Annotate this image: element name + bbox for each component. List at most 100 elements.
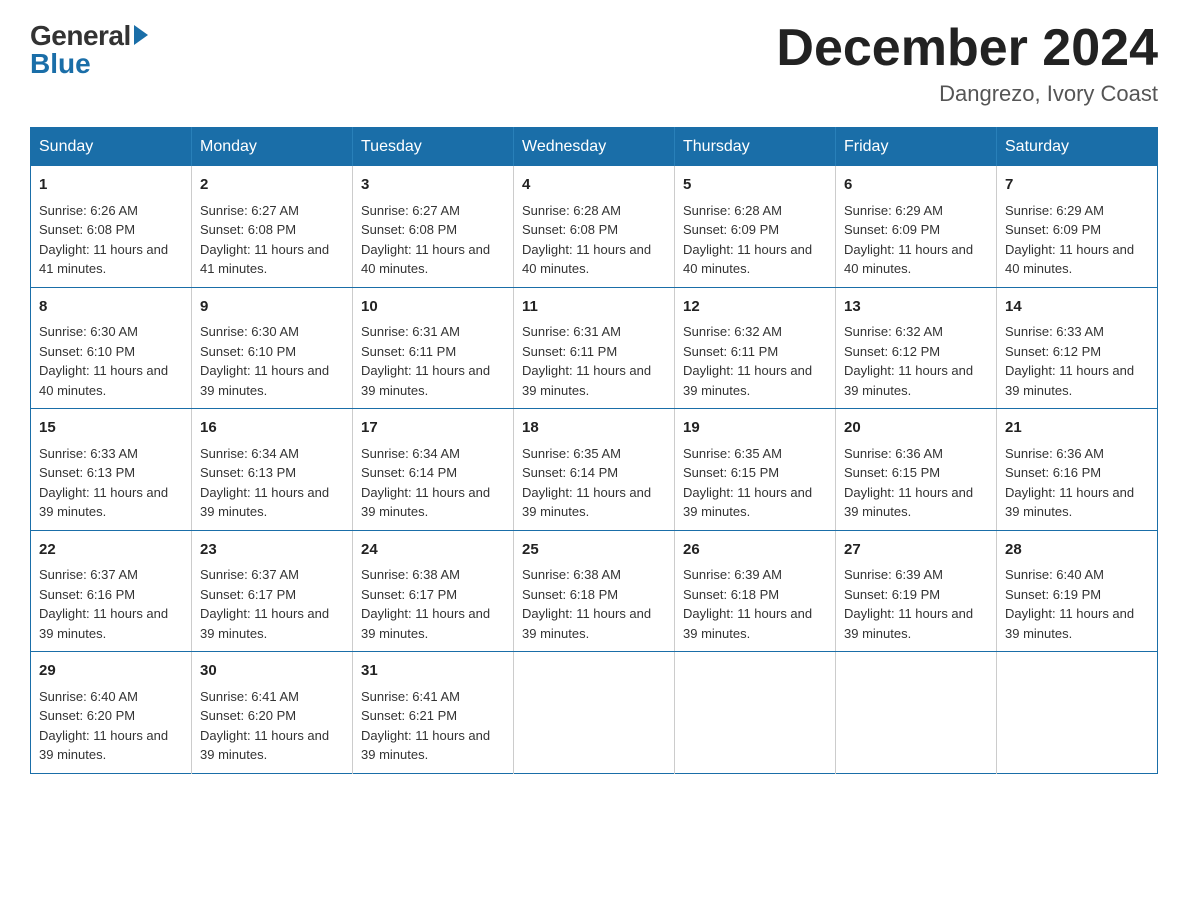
sunrise-text: Sunrise: 6:40 AM <box>39 687 183 707</box>
calendar-cell: 21Sunrise: 6:36 AMSunset: 6:16 PMDayligh… <box>997 409 1158 531</box>
sunrise-text: Sunrise: 6:32 AM <box>683 322 827 342</box>
sunset-text: Sunset: 6:12 PM <box>844 342 988 362</box>
sunrise-text: Sunrise: 6:39 AM <box>844 565 988 585</box>
day-number: 30 <box>200 660 344 683</box>
sunset-text: Sunset: 6:09 PM <box>683 220 827 240</box>
calendar-week-row: 22Sunrise: 6:37 AMSunset: 6:16 PMDayligh… <box>31 530 1158 652</box>
day-number: 24 <box>361 539 505 562</box>
daylight-text: Daylight: 11 hours and 41 minutes. <box>200 240 344 279</box>
daylight-text: Daylight: 11 hours and 40 minutes. <box>683 240 827 279</box>
day-number: 17 <box>361 417 505 440</box>
daylight-text: Daylight: 11 hours and 39 minutes. <box>522 483 666 522</box>
calendar-cell: 20Sunrise: 6:36 AMSunset: 6:15 PMDayligh… <box>836 409 997 531</box>
daylight-text: Daylight: 11 hours and 39 minutes. <box>522 361 666 400</box>
day-of-week-header: Monday <box>192 128 353 167</box>
day-number: 26 <box>683 539 827 562</box>
day-number: 18 <box>522 417 666 440</box>
daylight-text: Daylight: 11 hours and 39 minutes. <box>200 483 344 522</box>
daylight-text: Daylight: 11 hours and 39 minutes. <box>39 726 183 765</box>
sunrise-text: Sunrise: 6:35 AM <box>522 444 666 464</box>
calendar-cell: 5Sunrise: 6:28 AMSunset: 6:09 PMDaylight… <box>675 166 836 287</box>
calendar-cell: 15Sunrise: 6:33 AMSunset: 6:13 PMDayligh… <box>31 409 192 531</box>
day-of-week-header: Wednesday <box>514 128 675 167</box>
sunset-text: Sunset: 6:08 PM <box>522 220 666 240</box>
calendar-cell: 19Sunrise: 6:35 AMSunset: 6:15 PMDayligh… <box>675 409 836 531</box>
calendar-week-row: 8Sunrise: 6:30 AMSunset: 6:10 PMDaylight… <box>31 287 1158 409</box>
sunset-text: Sunset: 6:21 PM <box>361 706 505 726</box>
daylight-text: Daylight: 11 hours and 39 minutes. <box>844 483 988 522</box>
day-number: 1 <box>39 174 183 197</box>
daylight-text: Daylight: 11 hours and 39 minutes. <box>361 361 505 400</box>
daylight-text: Daylight: 11 hours and 39 minutes. <box>39 483 183 522</box>
sunset-text: Sunset: 6:14 PM <box>522 463 666 483</box>
sunrise-text: Sunrise: 6:38 AM <box>361 565 505 585</box>
sunrise-text: Sunrise: 6:33 AM <box>1005 322 1149 342</box>
sunset-text: Sunset: 6:17 PM <box>200 585 344 605</box>
sunset-text: Sunset: 6:16 PM <box>39 585 183 605</box>
sunrise-text: Sunrise: 6:31 AM <box>361 322 505 342</box>
calendar-cell: 11Sunrise: 6:31 AMSunset: 6:11 PMDayligh… <box>514 287 675 409</box>
sunset-text: Sunset: 6:15 PM <box>683 463 827 483</box>
logo: General Blue <box>30 20 148 80</box>
day-of-week-header: Saturday <box>997 128 1158 167</box>
daylight-text: Daylight: 11 hours and 39 minutes. <box>361 726 505 765</box>
sunset-text: Sunset: 6:09 PM <box>844 220 988 240</box>
sunrise-text: Sunrise: 6:28 AM <box>522 201 666 221</box>
calendar-cell: 12Sunrise: 6:32 AMSunset: 6:11 PMDayligh… <box>675 287 836 409</box>
sunrise-text: Sunrise: 6:29 AM <box>844 201 988 221</box>
sunrise-text: Sunrise: 6:33 AM <box>39 444 183 464</box>
calendar-cell: 9Sunrise: 6:30 AMSunset: 6:10 PMDaylight… <box>192 287 353 409</box>
day-number: 3 <box>361 174 505 197</box>
page-header: General Blue December 2024 Dangrezo, Ivo… <box>30 20 1158 107</box>
location-subtitle: Dangrezo, Ivory Coast <box>776 81 1158 107</box>
sunrise-text: Sunrise: 6:40 AM <box>1005 565 1149 585</box>
daylight-text: Daylight: 11 hours and 39 minutes. <box>844 604 988 643</box>
calendar-cell: 27Sunrise: 6:39 AMSunset: 6:19 PMDayligh… <box>836 530 997 652</box>
day-number: 29 <box>39 660 183 683</box>
day-number: 28 <box>1005 539 1149 562</box>
sunset-text: Sunset: 6:10 PM <box>39 342 183 362</box>
day-number: 31 <box>361 660 505 683</box>
sunrise-text: Sunrise: 6:41 AM <box>361 687 505 707</box>
calendar-cell: 2Sunrise: 6:27 AMSunset: 6:08 PMDaylight… <box>192 166 353 287</box>
day-number: 20 <box>844 417 988 440</box>
calendar-body: 1Sunrise: 6:26 AMSunset: 6:08 PMDaylight… <box>31 166 1158 773</box>
daylight-text: Daylight: 11 hours and 39 minutes. <box>361 604 505 643</box>
daylight-text: Daylight: 11 hours and 39 minutes. <box>844 361 988 400</box>
sunset-text: Sunset: 6:20 PM <box>200 706 344 726</box>
sunrise-text: Sunrise: 6:27 AM <box>361 201 505 221</box>
daylight-text: Daylight: 11 hours and 39 minutes. <box>683 483 827 522</box>
sunset-text: Sunset: 6:16 PM <box>1005 463 1149 483</box>
daylight-text: Daylight: 11 hours and 40 minutes. <box>361 240 505 279</box>
daylight-text: Daylight: 11 hours and 41 minutes. <box>39 240 183 279</box>
day-number: 7 <box>1005 174 1149 197</box>
calendar-week-row: 1Sunrise: 6:26 AMSunset: 6:08 PMDaylight… <box>31 166 1158 287</box>
calendar-cell: 13Sunrise: 6:32 AMSunset: 6:12 PMDayligh… <box>836 287 997 409</box>
calendar-week-row: 15Sunrise: 6:33 AMSunset: 6:13 PMDayligh… <box>31 409 1158 531</box>
day-number: 8 <box>39 296 183 319</box>
day-number: 23 <box>200 539 344 562</box>
day-number: 9 <box>200 296 344 319</box>
sunrise-text: Sunrise: 6:39 AM <box>683 565 827 585</box>
sunrise-text: Sunrise: 6:27 AM <box>200 201 344 221</box>
sunset-text: Sunset: 6:19 PM <box>1005 585 1149 605</box>
sunset-text: Sunset: 6:11 PM <box>361 342 505 362</box>
sunset-text: Sunset: 6:20 PM <box>39 706 183 726</box>
sunset-text: Sunset: 6:18 PM <box>522 585 666 605</box>
day-number: 4 <box>522 174 666 197</box>
day-number: 21 <box>1005 417 1149 440</box>
day-number: 15 <box>39 417 183 440</box>
sunset-text: Sunset: 6:08 PM <box>200 220 344 240</box>
daylight-text: Daylight: 11 hours and 40 minutes. <box>522 240 666 279</box>
calendar-cell: 8Sunrise: 6:30 AMSunset: 6:10 PMDaylight… <box>31 287 192 409</box>
day-number: 25 <box>522 539 666 562</box>
day-of-week-header: Tuesday <box>353 128 514 167</box>
calendar-cell <box>514 652 675 774</box>
daylight-text: Daylight: 11 hours and 39 minutes. <box>683 604 827 643</box>
sunrise-text: Sunrise: 6:41 AM <box>200 687 344 707</box>
sunset-text: Sunset: 6:09 PM <box>1005 220 1149 240</box>
sunrise-text: Sunrise: 6:38 AM <box>522 565 666 585</box>
daylight-text: Daylight: 11 hours and 39 minutes. <box>683 361 827 400</box>
calendar-cell: 28Sunrise: 6:40 AMSunset: 6:19 PMDayligh… <box>997 530 1158 652</box>
calendar-cell: 29 Sunrise: 6:40 AMSunset: 6:20 PMDayligh… <box>31 652 192 774</box>
